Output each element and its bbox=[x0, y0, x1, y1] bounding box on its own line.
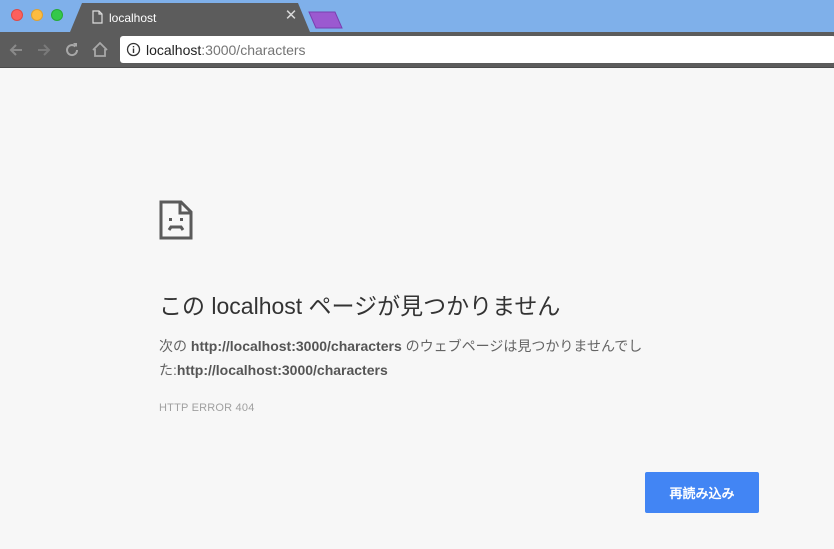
address-bar[interactable]: localhost:3000/characters bbox=[120, 36, 834, 63]
reload-icon[interactable] bbox=[62, 40, 82, 60]
tab-background bbox=[70, 3, 310, 32]
new-tab-button[interactable] bbox=[308, 11, 344, 29]
tab-localhost[interactable]: localhost ✕ bbox=[70, 3, 310, 32]
url-path: :3000/characters bbox=[201, 42, 306, 58]
error-code: HTTP ERROR 404 bbox=[159, 402, 255, 414]
tab-strip: localhost ✕ bbox=[0, 0, 834, 32]
window-zoom-button[interactable] bbox=[51, 9, 63, 21]
browser-toolbar: localhost:3000/characters bbox=[0, 32, 834, 68]
file-icon bbox=[92, 10, 103, 24]
arrow-right-icon[interactable] bbox=[34, 40, 54, 60]
url-text[interactable]: localhost:3000/characters bbox=[146, 42, 306, 58]
desc-url-2: http://localhost:3000/characters bbox=[176, 362, 388, 378]
home-icon[interactable] bbox=[90, 40, 110, 60]
error-page: この localhost ページが見つかりません 次の http://local… bbox=[0, 68, 834, 549]
desc-prefix: 次の bbox=[159, 338, 191, 354]
window-minimize-button[interactable] bbox=[31, 9, 43, 21]
arrow-left-icon[interactable] bbox=[6, 40, 26, 60]
window-close-button[interactable] bbox=[11, 9, 23, 21]
url-host: localhost bbox=[146, 42, 202, 58]
error-description: 次の http://localhost:3000/characters のウェブ… bbox=[159, 334, 699, 382]
reload-button[interactable]: 再読み込み bbox=[645, 472, 759, 513]
info-icon[interactable] bbox=[126, 42, 141, 57]
tab-title: localhost bbox=[109, 11, 157, 25]
sad-page-icon bbox=[159, 200, 193, 240]
close-icon[interactable]: ✕ bbox=[284, 8, 298, 23]
desc-url-1: http://localhost:3000/characters bbox=[190, 338, 402, 354]
error-heading: この localhost ページが見つかりません bbox=[159, 293, 561, 319]
